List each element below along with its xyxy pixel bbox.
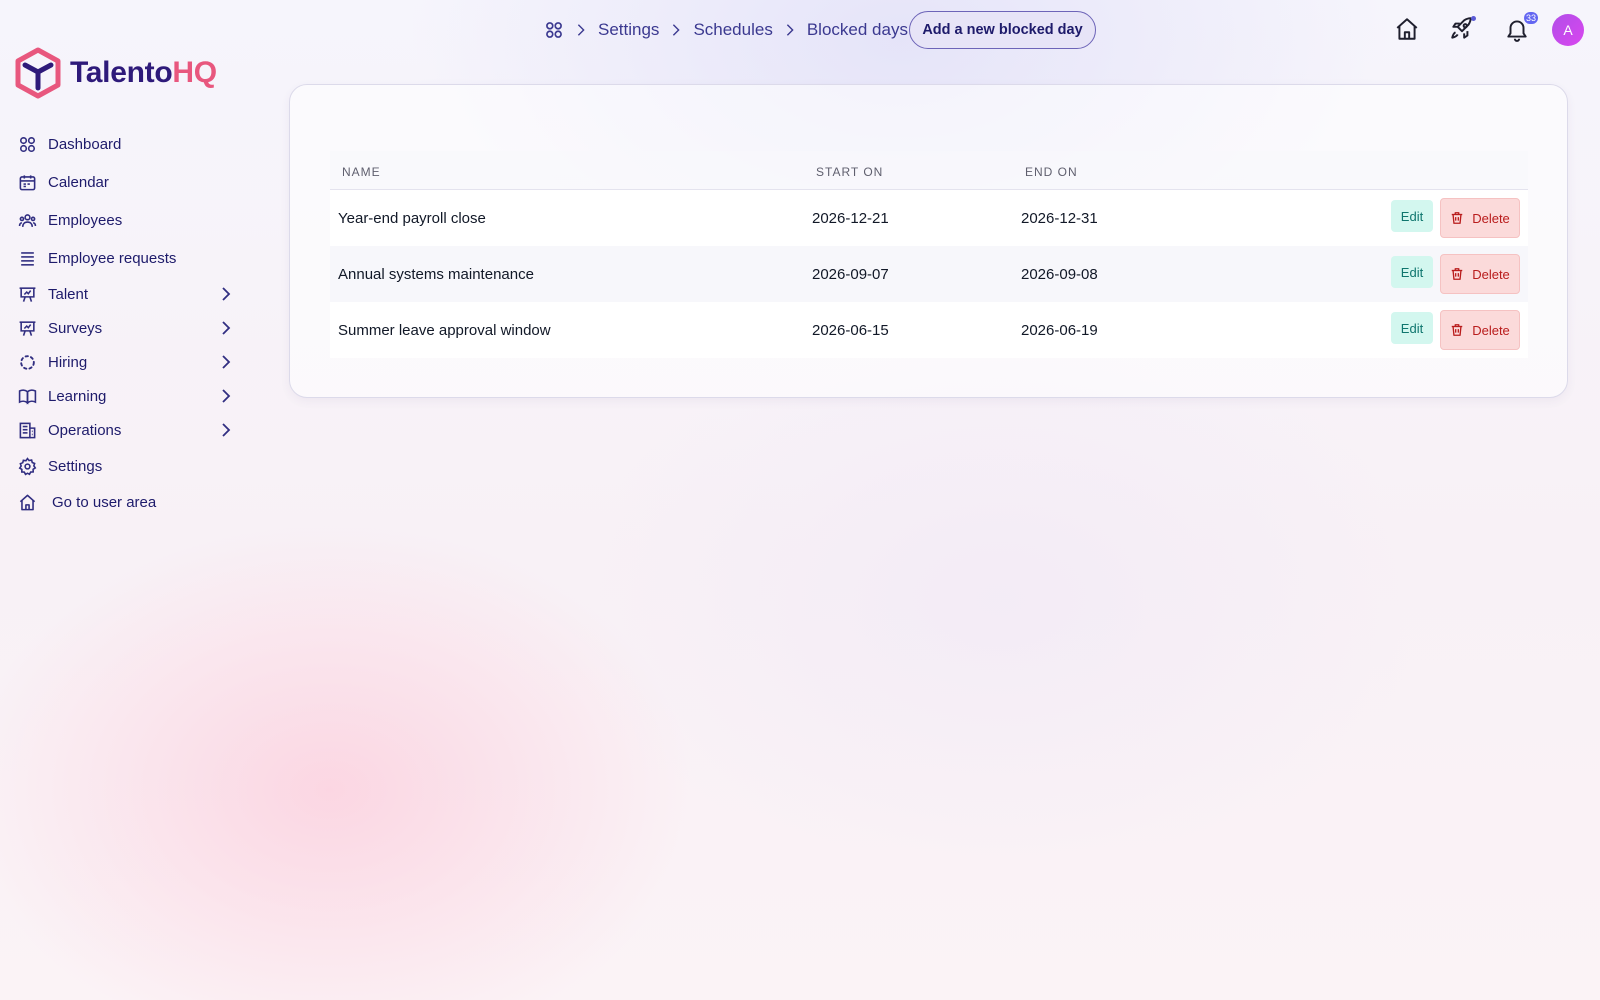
sidebar-item-label: Learning [48, 387, 107, 405]
sidebar-item-operations[interactable]: Operations [16, 415, 242, 445]
sidebar-item-label: Hiring [48, 353, 88, 371]
home-button[interactable] [1394, 16, 1422, 44]
sidebar-item-calendar[interactable]: Calendar [16, 167, 242, 197]
sidebar-item-label: Surveys [48, 319, 103, 337]
delete-button[interactable]: Delete [1440, 254, 1520, 294]
sidebar-item-label: Operations [48, 421, 122, 439]
whats-new-button[interactable] [1449, 16, 1477, 44]
grid-icon[interactable] [544, 20, 564, 40]
edit-button[interactable]: Edit [1391, 256, 1433, 288]
cell-name: Year-end payroll close [338, 210, 486, 227]
chevron-right-icon[interactable] [218, 354, 234, 370]
chevron-right-icon [673, 24, 681, 36]
cell-end-on: 2026-12-31 [1021, 210, 1098, 227]
sidebar-item-label: Calendar [48, 173, 109, 191]
cube-logo-icon [15, 47, 61, 99]
column-header-end-on: End on [1025, 165, 1078, 179]
sidebar-item-learning[interactable]: Learning [16, 381, 242, 411]
calendar-icon [16, 171, 38, 193]
cell-end-on: 2026-09-08 [1021, 266, 1098, 283]
table-row: Annual systems maintenance 2026-09-07 20… [330, 246, 1528, 302]
logo-wordmark: TalentoHQ [70, 56, 217, 89]
users-icon [16, 209, 38, 231]
chevron-right-icon[interactable] [218, 388, 234, 404]
trash-icon [1451, 268, 1463, 280]
chevron-right-icon [577, 24, 585, 36]
sidebar-item-go-to-user-area[interactable]: Go to user area [16, 487, 242, 517]
chevron-right-icon[interactable] [218, 422, 234, 438]
sidebar-item-employees[interactable]: Employees [16, 205, 242, 235]
notification-dot [1471, 16, 1476, 21]
trash-icon [1451, 324, 1463, 336]
sidebar-item-label: Dashboard [48, 135, 122, 153]
dashed-circle-icon [16, 351, 38, 373]
list-icon [16, 247, 38, 269]
sidebar-item-surveys[interactable]: Surveys [16, 313, 242, 343]
breadcrumb-schedules[interactable]: Schedules [693, 20, 772, 40]
blocked-days-table: Name Start on End on Year-end payroll cl… [330, 151, 1528, 358]
cell-end-on: 2026-06-19 [1021, 322, 1098, 339]
grid-icon [16, 133, 38, 155]
blocked-days-card: Name Start on End on Year-end payroll cl… [289, 84, 1568, 398]
sidebar-item-dashboard[interactable]: Dashboard [16, 129, 242, 159]
cell-start-on: 2026-12-21 [812, 210, 889, 227]
sidebar-item-settings[interactable]: Settings [16, 451, 242, 481]
sidebar-item-employee-requests[interactable]: Employee requests [16, 243, 242, 273]
table-row: Summer leave approval window 2026-06-15 … [330, 302, 1528, 358]
breadcrumb-blocked-days[interactable]: Blocked days [807, 20, 908, 40]
home-icon [16, 491, 38, 513]
chevron-right-icon[interactable] [218, 286, 234, 302]
breadcrumb: Settings Schedules Blocked days [544, 18, 908, 42]
sidebar-item-talent[interactable]: Talent [16, 279, 242, 309]
table-header: Name Start on End on [330, 151, 1528, 190]
sidebar-item-label: Settings [48, 457, 103, 475]
gear-icon [16, 455, 38, 477]
column-header-name: Name [342, 165, 381, 179]
chart-presentation-icon [16, 283, 38, 305]
delete-button-label: Delete [1472, 266, 1510, 282]
cell-name: Annual systems maintenance [338, 266, 534, 283]
delete-button-label: Delete [1472, 210, 1510, 226]
chevron-right-icon[interactable] [218, 320, 234, 336]
cell-name: Summer leave approval window [338, 322, 551, 339]
cell-start-on: 2026-06-15 [812, 322, 889, 339]
edit-button[interactable]: Edit [1391, 200, 1433, 232]
chart-presentation-icon [16, 317, 38, 339]
add-blocked-day-button[interactable]: Add a new blocked day [909, 11, 1096, 49]
sidebar-item-label: Employees [48, 211, 123, 229]
sidebar-item-label: Employee requests [48, 249, 177, 267]
sidebar-item-hiring[interactable]: Hiring [16, 347, 242, 377]
building-icon [16, 419, 38, 441]
app-logo[interactable]: TalentoHQ [14, 47, 217, 99]
breadcrumb-settings[interactable]: Settings [598, 20, 659, 40]
delete-button-label: Delete [1472, 322, 1510, 338]
sidebar-item-label: Go to user area [52, 493, 157, 511]
delete-button[interactable]: Delete [1440, 310, 1520, 350]
edit-button[interactable]: Edit [1391, 312, 1433, 344]
sidebar-item-label: Talent [48, 285, 89, 303]
book-icon [16, 385, 38, 407]
avatar[interactable]: A [1552, 14, 1584, 46]
trash-icon [1451, 212, 1463, 224]
home-icon [1396, 18, 1418, 40]
cell-start-on: 2026-09-07 [812, 266, 889, 283]
notification-count-badge: 33 [1524, 12, 1539, 24]
column-header-start-on: Start on [816, 165, 884, 179]
notifications-button[interactable]: 33 [1504, 12, 1539, 44]
chevron-right-icon [786, 24, 794, 36]
table-row: Year-end payroll close 2026-12-21 2026-1… [330, 190, 1528, 246]
delete-button[interactable]: Delete [1440, 198, 1520, 238]
